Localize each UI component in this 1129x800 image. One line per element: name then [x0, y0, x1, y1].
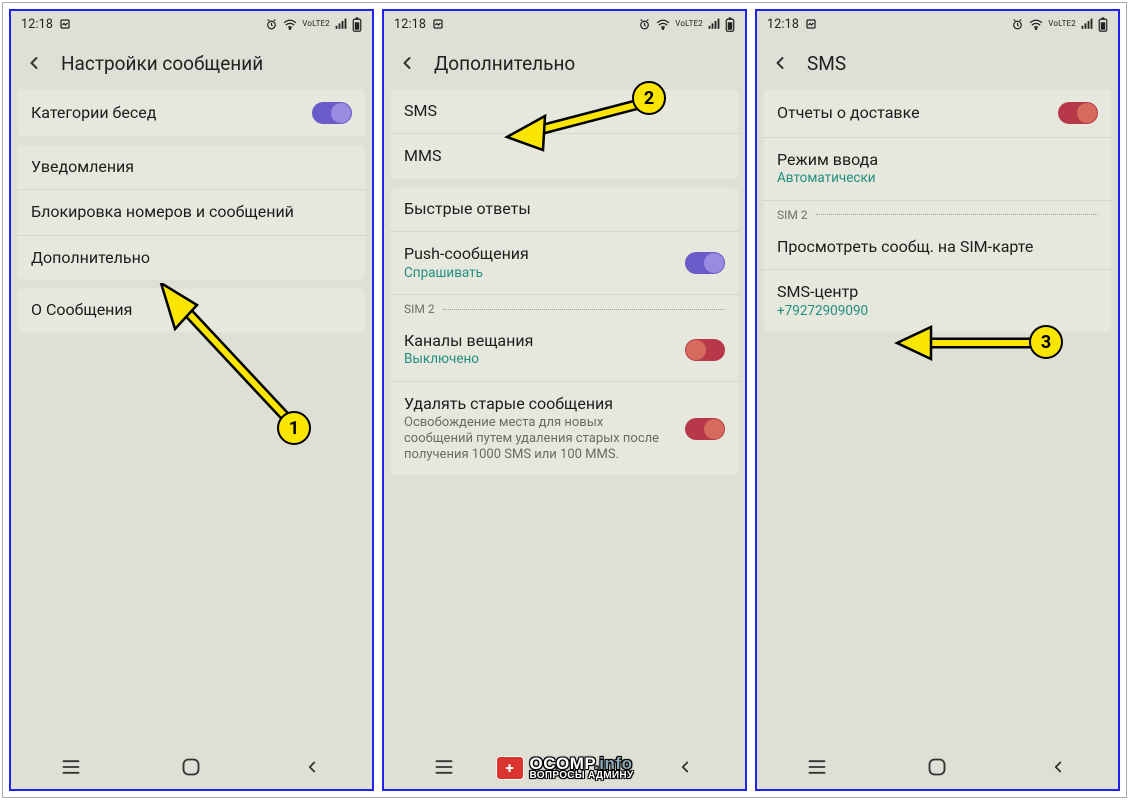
battery-icon — [352, 17, 362, 32]
row-label: Дополнительно — [31, 249, 150, 267]
back-button[interactable] — [390, 46, 424, 80]
annotation-marker-3: 3 — [1029, 325, 1063, 359]
sim2-divider: SIM 2 — [390, 294, 739, 319]
row-label: SMS — [404, 102, 437, 120]
row-label: Категории бесед — [31, 104, 156, 122]
alarm-icon — [638, 18, 651, 31]
page-title: Настройки сообщений — [61, 52, 263, 75]
row-broadcast-channels[interactable]: Каналы вещания Выключено — [390, 319, 739, 381]
row-subtitle: Выключено — [404, 352, 533, 368]
nav-recent-button[interactable] — [41, 753, 101, 781]
row-delete-old[interactable]: Удалять старые сообщения Освобождение ме… — [390, 381, 739, 475]
status-time: 12:18 — [767, 17, 799, 32]
signal-icon — [335, 18, 347, 30]
screenshot-icon — [805, 18, 817, 30]
phone-screen-3: 12:18 VoLTE2 SMS Отчеты о доставке — [755, 9, 1120, 791]
wifi-icon — [1029, 18, 1043, 30]
row-label: Просмотреть сообщ. на SIM-карте — [777, 238, 1033, 256]
back-button[interactable] — [17, 46, 51, 80]
toggle-delivery-reports[interactable] — [1058, 102, 1098, 124]
toggle-categories[interactable] — [312, 102, 352, 124]
android-nav-bar — [757, 745, 1118, 789]
annotation-marker-1: 1 — [277, 411, 311, 445]
wifi-icon — [656, 18, 670, 30]
row-additional[interactable]: Дополнительно — [17, 235, 366, 280]
annotation-marker-2: 2 — [632, 81, 666, 115]
nav-recent-button[interactable] — [414, 753, 474, 781]
volte-label: VoLTE2 — [675, 20, 703, 28]
toggle-delete-old[interactable] — [685, 418, 725, 440]
phone-screen-1: 12:18 VoLTE2 Настройки сообщений — [9, 9, 374, 791]
row-block-numbers[interactable]: Блокировка номеров и сообщений — [17, 189, 366, 234]
row-sms-center[interactable]: SMS-центр +79272909090 — [763, 269, 1112, 332]
row-mms[interactable]: MMS — [390, 133, 739, 178]
status-bar: 12:18 VoLTE2 — [384, 11, 745, 37]
nav-back-button[interactable] — [655, 753, 715, 781]
watermark: + OCOMP.info ВОПРОСЫ АДМИНУ — [492, 753, 638, 783]
row-quick-replies[interactable]: Быстрые ответы — [390, 187, 739, 231]
row-conversation-categories[interactable]: Категории бесед — [17, 89, 366, 137]
row-sms[interactable]: SMS — [390, 89, 739, 133]
toggle-channels[interactable] — [685, 339, 725, 361]
row-label: Уведомления — [31, 158, 134, 176]
status-time: 12:18 — [21, 17, 53, 32]
sim2-label: SIM 2 — [404, 302, 435, 316]
battery-icon — [1098, 17, 1108, 32]
row-notifications[interactable]: Уведомления — [17, 145, 366, 189]
row-label: Режим ввода — [777, 151, 878, 169]
alarm-icon — [1011, 18, 1024, 31]
nav-home-button[interactable] — [161, 753, 221, 781]
row-push-messages[interactable]: Push-сообщения Спрашивать — [390, 231, 739, 294]
screen-header: Дополнительно — [384, 37, 745, 89]
row-label: О Сообщения — [31, 301, 132, 319]
signal-icon — [1081, 18, 1093, 30]
row-input-mode[interactable]: Режим ввода Автоматически — [763, 137, 1112, 200]
signal-icon — [708, 18, 720, 30]
watermark-sub: ВОПРОСЫ АДМИНУ — [530, 771, 634, 781]
watermark-badge: + — [496, 756, 524, 780]
row-view-sim-messages[interactable]: Просмотреть сообщ. на SIM-карте — [763, 225, 1112, 269]
wifi-icon — [283, 18, 297, 30]
row-label: MMS — [404, 147, 441, 165]
row-subtitle: Автоматически — [777, 171, 878, 187]
row-delivery-reports[interactable]: Отчеты о доставке — [763, 89, 1112, 137]
toggle-push[interactable] — [685, 252, 725, 274]
status-bar: 12:18 VoLTE2 — [11, 11, 372, 37]
sim2-label: SIM 2 — [777, 208, 808, 222]
sim2-divider: SIM 2 — [763, 200, 1112, 225]
page-title: Дополнительно — [434, 52, 575, 75]
screenshot-icon — [432, 18, 444, 30]
row-label: Блокировка номеров и сообщений — [31, 203, 294, 221]
row-label: Быстрые ответы — [404, 200, 531, 218]
row-description: Освобождение места для новых сообщений п… — [404, 415, 675, 462]
volte-label: VoLTE2 — [302, 20, 330, 28]
row-label: Удалять старые сообщения — [404, 395, 675, 413]
status-time: 12:18 — [394, 17, 426, 32]
status-bar: 12:18 VoLTE2 — [757, 11, 1118, 37]
alarm-icon — [265, 18, 278, 31]
row-label: Отчеты о доставке — [777, 104, 920, 122]
screen-header: SMS — [757, 37, 1118, 89]
row-label: SMS-центр — [777, 283, 868, 301]
row-label: Push-сообщения — [404, 245, 529, 263]
nav-recent-button[interactable] — [787, 753, 847, 781]
row-about-messages[interactable]: О Сообщения — [17, 288, 366, 332]
page-title: SMS — [807, 52, 846, 75]
back-button[interactable] — [763, 46, 797, 80]
composite-screenshot: 12:18 VoLTE2 Настройки сообщений — [2, 2, 1127, 798]
phone-screen-2: 12:18 VoLTE2 Дополнительно SMS MMS — [382, 9, 747, 791]
screenshot-icon — [59, 18, 71, 30]
row-subtitle: Спрашивать — [404, 266, 529, 282]
nav-back-button[interactable] — [282, 753, 342, 781]
row-subtitle: +79272909090 — [777, 304, 868, 320]
volte-label: VoLTE2 — [1048, 20, 1076, 28]
row-label: Каналы вещания — [404, 332, 533, 350]
battery-icon — [725, 17, 735, 32]
android-nav-bar — [11, 745, 372, 789]
nav-home-button[interactable] — [907, 753, 967, 781]
screen-header: Настройки сообщений — [11, 37, 372, 89]
nav-back-button[interactable] — [1028, 753, 1088, 781]
